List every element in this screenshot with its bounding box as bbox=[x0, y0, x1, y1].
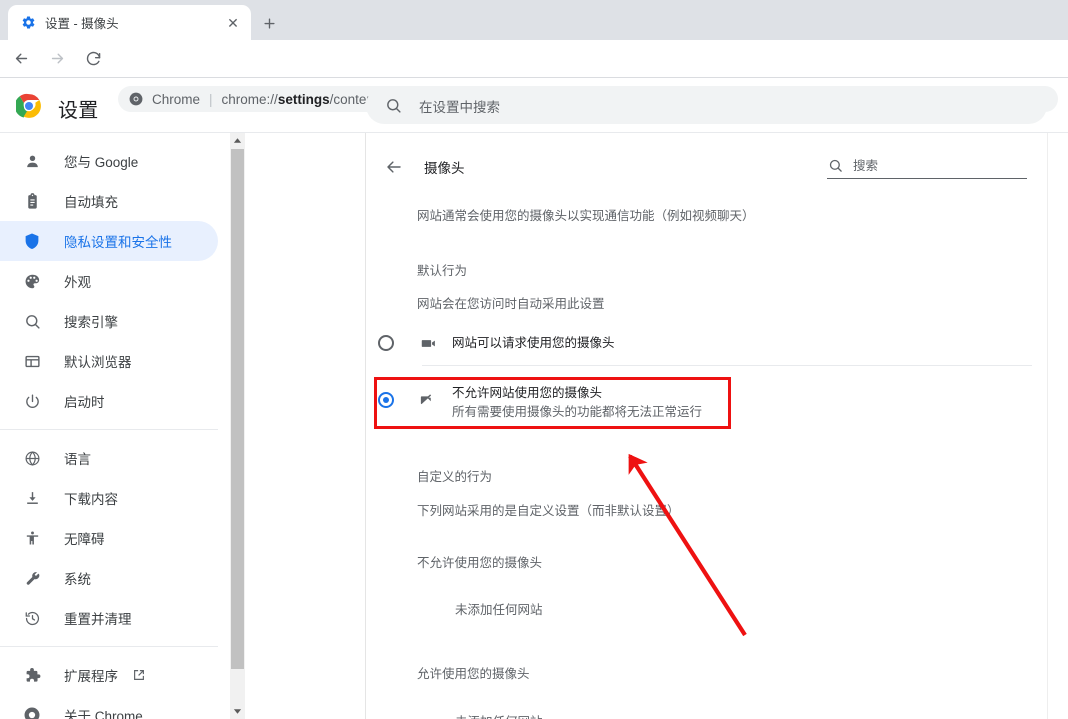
sidebar-item-label: 重置并清理 bbox=[64, 612, 132, 627]
sidebar-item-languages[interactable]: 语言 bbox=[0, 438, 218, 478]
sidebar-divider-1 bbox=[0, 429, 218, 430]
permission-search-placeholder: 搜索 bbox=[853, 159, 879, 173]
allowed-sites-label: 允许使用您的摄像头 bbox=[417, 667, 530, 681]
sidebar-item-label: 您与 Google bbox=[64, 155, 139, 170]
radio-label: 网站可以请求使用您的摄像头 bbox=[452, 335, 615, 350]
forward-button[interactable] bbox=[42, 44, 72, 74]
sidebar-item-label: 自动填充 bbox=[64, 195, 118, 210]
palette-icon bbox=[22, 271, 42, 291]
allowed-sites-empty: 未添加任何网站 bbox=[455, 711, 543, 719]
sidebar-divider-2 bbox=[0, 646, 218, 647]
power-icon bbox=[22, 391, 42, 411]
download-icon bbox=[22, 488, 42, 508]
sidebar-item-label: 外观 bbox=[64, 275, 91, 290]
clipboard-icon bbox=[22, 191, 42, 211]
sidebar-item-default-browser[interactable]: 默认浏览器 bbox=[0, 341, 218, 381]
chrome-icon bbox=[22, 705, 42, 719]
radio-option-block-camera[interactable]: 不允许网站使用您的摄像头 所有需要使用摄像头的功能都将无法正常运行 bbox=[378, 384, 702, 421]
default-behavior-description: 网站会在您访问时自动采用此设置 bbox=[417, 297, 605, 311]
browser-window-icon bbox=[22, 351, 42, 371]
reload-button[interactable] bbox=[78, 44, 108, 74]
new-tab-button[interactable] bbox=[255, 9, 283, 37]
security-label: Chrome bbox=[152, 91, 201, 107]
sidebar-item-downloads[interactable]: 下载内容 bbox=[0, 478, 218, 518]
shield-icon bbox=[22, 231, 42, 251]
external-link-icon bbox=[132, 668, 147, 683]
sidebar-item-accessibility[interactable]: 无障碍 bbox=[0, 518, 218, 558]
subpage-title: 摄像头 bbox=[424, 161, 465, 176]
browser-tab[interactable]: 设置 - 摄像头 ✕ bbox=[8, 5, 251, 40]
sidebar-item-label: 默认浏览器 bbox=[64, 355, 132, 370]
sidebar-item-label: 启动时 bbox=[64, 395, 105, 410]
sidebar-item-label: 隐私设置和安全性 bbox=[64, 235, 172, 250]
sidebar-item-label: 关于 Chrome bbox=[64, 709, 143, 719]
accessibility-icon bbox=[22, 528, 42, 548]
globe-icon bbox=[22, 448, 42, 468]
sidebar-item-label: 下载内容 bbox=[64, 492, 118, 507]
url-host: settings bbox=[277, 91, 330, 107]
camera-description: 网站通常会使用您的摄像头以实现通信功能（例如视频聊天） bbox=[417, 209, 755, 223]
radio-sublabel: 所有需要使用摄像头的功能都将无法正常运行 bbox=[452, 405, 703, 420]
person-icon bbox=[22, 151, 42, 171]
radio-text-group: 网站可以请求使用您的摄像头 bbox=[452, 334, 615, 352]
radio-text-group: 不允许网站使用您的摄像头 所有需要使用摄像头的功能都将无法正常运行 bbox=[452, 384, 702, 421]
sidebar-item-autofill[interactable]: 自动填充 bbox=[0, 181, 218, 221]
sidebar-item-label: 无障碍 bbox=[64, 532, 105, 547]
history-restore-icon bbox=[22, 608, 42, 628]
sidebar-item-system[interactable]: 系统 bbox=[0, 558, 218, 598]
video-camera-off-icon bbox=[418, 390, 438, 410]
sidebar-item-label: 搜索引擎 bbox=[64, 315, 118, 330]
custom-behavior-description: 下列网站采用的是自定义设置（而非默认设置） bbox=[417, 504, 680, 518]
sidebar-item-extensions[interactable]: 扩展程序 bbox=[0, 655, 218, 695]
scroll-up-icon[interactable] bbox=[230, 133, 245, 148]
blocked-sites-label: 不允许使用您的摄像头 bbox=[417, 556, 543, 570]
chrome-icon bbox=[128, 91, 144, 107]
sidebar-item-search-engine[interactable]: 搜索引擎 bbox=[0, 301, 218, 341]
sidebar-item-on-startup[interactable]: 启动时 bbox=[0, 381, 218, 421]
blocked-sites-empty: 未添加任何网站 bbox=[455, 603, 543, 617]
scrollbar-thumb[interactable] bbox=[231, 149, 244, 669]
close-icon[interactable]: ✕ bbox=[223, 13, 243, 33]
radio-label: 不允许网站使用您的摄像头 bbox=[452, 386, 603, 400]
radio-option-allow-camera[interactable]: 网站可以请求使用您的摄像头 bbox=[378, 333, 615, 353]
settings-search-placeholder: 在设置中搜索 bbox=[419, 99, 500, 115]
sidebar-item-label: 系统 bbox=[64, 572, 91, 587]
tab-strip: 设置 - 摄像头 ✕ bbox=[0, 0, 1068, 40]
search-icon bbox=[827, 157, 843, 173]
settings-search-box[interactable]: 在设置中搜索 bbox=[366, 87, 1047, 124]
sidebar-item-about-chrome[interactable]: 关于 Chrome bbox=[0, 695, 218, 719]
permission-search-field[interactable]: 搜索 bbox=[827, 147, 1027, 179]
video-camera-icon bbox=[418, 333, 438, 353]
wrench-icon bbox=[22, 568, 42, 588]
option-divider bbox=[422, 365, 1032, 366]
search-icon bbox=[384, 97, 402, 115]
browser-window: 设置 - 摄像头 ✕ Chrome | chrome://settings 设置… bbox=[0, 0, 1068, 719]
sidebar-item-label: 扩展程序 bbox=[64, 669, 118, 684]
content-divider-right bbox=[1047, 133, 1048, 719]
tab-title: 设置 - 摄像头 bbox=[45, 17, 119, 31]
url-prefix: chrome:// bbox=[221, 91, 278, 107]
sidebar-item-appearance[interactable]: 外观 bbox=[0, 261, 218, 301]
page-title: 设置 bbox=[58, 100, 99, 122]
chrome-logo-icon bbox=[14, 93, 42, 119]
camera-settings-panel: 摄像头 搜索 网站通常会使用您的摄像头以实现通信功能（例如视频聊天） 默认行为 … bbox=[366, 133, 1047, 719]
omnibox-separator: | bbox=[209, 91, 213, 107]
search-icon bbox=[22, 311, 42, 331]
settings-sidebar: 您与 Google 自动填充 隐私设置和安全性 外观 搜索引擎 默认浏览器 启动… bbox=[0, 133, 230, 719]
radio-button[interactable] bbox=[378, 335, 394, 351]
radio-button[interactable] bbox=[378, 392, 394, 408]
browser-toolbar: Chrome | chrome://settings/content/camer… bbox=[0, 40, 1068, 112]
custom-behavior-label: 自定义的行为 bbox=[417, 470, 493, 484]
default-behavior-label: 默认行为 bbox=[417, 264, 468, 278]
sidebar-item-privacy-and-security[interactable]: 隐私设置和安全性 bbox=[0, 221, 218, 261]
back-button[interactable] bbox=[6, 44, 36, 74]
puzzle-icon bbox=[22, 665, 42, 685]
sidebar-item-reset-and-cleanup[interactable]: 重置并清理 bbox=[0, 598, 218, 638]
sidebar-item-you-and-google[interactable]: 您与 Google bbox=[0, 141, 218, 181]
scroll-down-icon[interactable] bbox=[230, 704, 245, 719]
back-arrow-icon[interactable] bbox=[378, 151, 410, 183]
sidebar-scrollbar[interactable] bbox=[230, 133, 245, 719]
sidebar-item-label: 语言 bbox=[64, 452, 91, 467]
gear-icon bbox=[20, 15, 36, 31]
